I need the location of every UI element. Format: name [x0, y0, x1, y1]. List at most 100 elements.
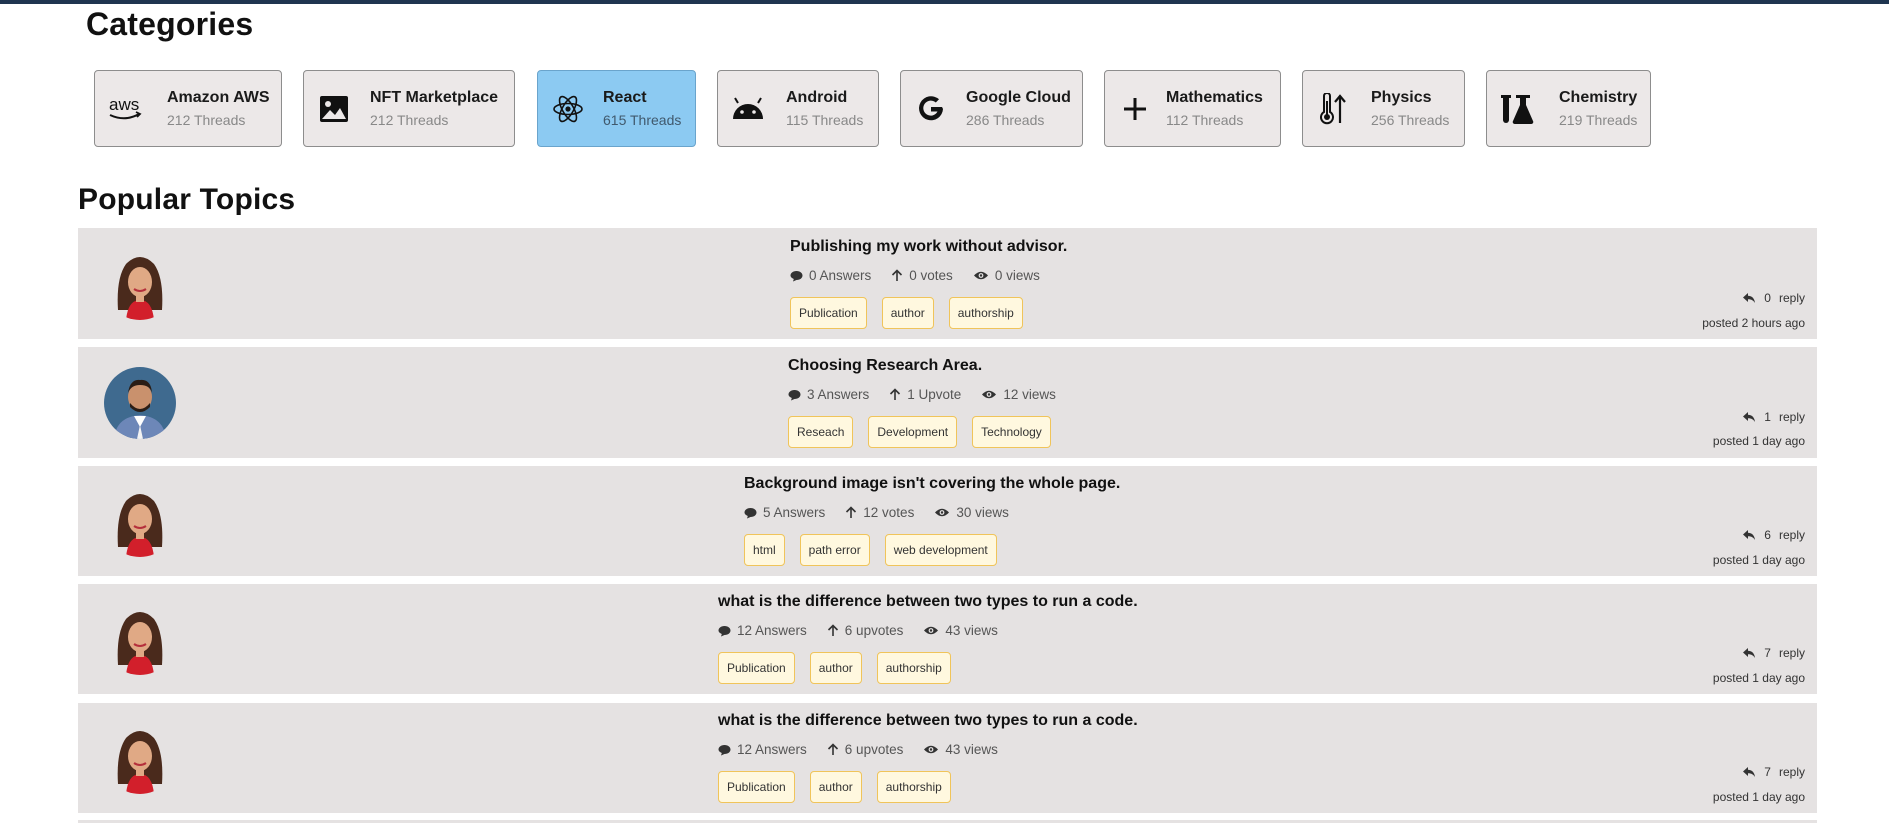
woman-avatar: [104, 248, 176, 320]
topic-title[interactable]: Publishing my work without advisor.: [790, 238, 1067, 256]
topic-title[interactable]: what is the difference between two types…: [718, 712, 1138, 730]
category-card-amazon-aws[interactable]: aws Amazon AWS 212 Threads: [94, 70, 282, 147]
category-card-android[interactable]: Android 115 Threads: [717, 70, 879, 147]
reply-count[interactable]: 7 reply: [1742, 646, 1805, 660]
arrow-up-icon: [890, 388, 901, 400]
votes-stat: 0 votes: [891, 268, 953, 283]
eye-icon: [935, 508, 950, 517]
reply-icon: [1743, 530, 1756, 540]
views-stat: 0 views: [973, 268, 1040, 283]
comment-icon: [718, 744, 731, 755]
category-name: Mathematics: [1166, 89, 1263, 106]
category-card-react[interactable]: React 615 Threads: [537, 70, 696, 147]
topic-row[interactable]: what is the difference between two types…: [78, 584, 1817, 694]
comment-icon: [744, 507, 757, 518]
category-card-physics[interactable]: Physics 256 Threads: [1302, 70, 1465, 147]
topic-title[interactable]: Choosing Research Area.: [788, 357, 982, 375]
arrow-up-icon: [846, 506, 857, 518]
category-name: React: [603, 89, 647, 106]
posted-time: posted 1 day ago: [1712, 671, 1805, 685]
views-count: 12 views: [1003, 387, 1056, 402]
reply-icon: [1743, 767, 1756, 777]
posted-time: posted 1 day ago: [1712, 553, 1805, 567]
views-stat: 30 views: [934, 505, 1009, 520]
eye-icon: [973, 271, 988, 280]
topic-title[interactable]: Background image isn't covering the whol…: [744, 475, 1120, 493]
flasks-icon: [1499, 91, 1535, 127]
answers-count: 5 Answers: [763, 505, 826, 520]
react-atom-icon: [550, 91, 586, 127]
topic-stats: 3 Answers 1 Upvote 12 views: [788, 387, 1076, 402]
svg-text:aws: aws: [109, 95, 139, 114]
tag-list: Publication author authorship: [718, 771, 951, 803]
topic-row[interactable]: Publishing my work without advisor. 0 An…: [78, 228, 1817, 339]
tag[interactable]: Development: [868, 416, 958, 448]
views-stat: 12 views: [981, 387, 1056, 402]
votes-stat: 12 votes: [845, 505, 914, 520]
topic-row[interactable]: Choosing Research Area. 3 Answers 1 Upvo…: [78, 347, 1817, 458]
woman-avatar: [104, 603, 176, 675]
thermometer-arrow-icon: [1315, 91, 1351, 127]
popular-topics-heading: Popular Topics: [78, 183, 296, 216]
category-card-google-cloud[interactable]: Google Cloud 286 Threads: [900, 70, 1083, 147]
tag[interactable]: web development: [884, 534, 997, 566]
reply-icon: [1743, 648, 1756, 658]
topic-stats: 0 Answers 0 votes 0 views: [790, 268, 1060, 283]
reply-label: reply: [1778, 528, 1805, 542]
comment-icon: [790, 270, 803, 281]
topic-stats: 5 Answers 12 votes 30 views: [744, 505, 1029, 520]
answers-stat: 12 Answers: [718, 742, 807, 757]
category-thread-count: 615 Threads: [603, 112, 682, 128]
image-icon: [316, 91, 352, 127]
tag[interactable]: path error: [799, 534, 870, 566]
tag-list: Reseach Development Technology: [788, 416, 1051, 448]
tag[interactable]: html: [744, 534, 785, 566]
category-thread-count: 212 Threads: [370, 112, 449, 128]
reply-count[interactable]: 0 reply: [1742, 291, 1805, 305]
tag[interactable]: authorship: [876, 652, 951, 684]
category-card-chemistry[interactable]: Chemistry 219 Threads: [1486, 70, 1651, 147]
category-card-mathematics[interactable]: Mathematics 112 Threads: [1104, 70, 1281, 147]
category-name: Physics: [1371, 89, 1432, 106]
answers-count: 3 Answers: [807, 387, 870, 402]
reply-number: 7: [1764, 646, 1771, 660]
topic-title[interactable]: what is the difference between two types…: [718, 593, 1138, 611]
reply-number: 7: [1764, 765, 1771, 779]
category-card-nft-marketplace[interactable]: NFT Marketplace 212 Threads: [303, 70, 515, 147]
reply-icon: [1743, 293, 1756, 303]
posted-time: posted 1 day ago: [1712, 790, 1805, 804]
aws-logo-icon: aws: [107, 91, 143, 127]
tag[interactable]: author: [809, 652, 862, 684]
reply-number: 0: [1764, 291, 1771, 305]
comment-icon: [788, 389, 801, 400]
tag[interactable]: Publication: [718, 652, 795, 684]
tag[interactable]: author: [809, 771, 862, 803]
views-count: 43 views: [945, 623, 998, 638]
categories-heading: Categories: [86, 6, 254, 42]
answers-stat: 5 Answers: [744, 505, 825, 520]
arrow-up-icon: [827, 743, 838, 755]
category-thread-count: 115 Threads: [786, 112, 864, 128]
man-avatar: [104, 367, 176, 439]
answers-count: 12 Answers: [737, 742, 807, 757]
tag[interactable]: Technology: [972, 416, 1051, 448]
tag[interactable]: author: [881, 297, 934, 329]
plus-icon: [1117, 91, 1153, 127]
votes-stat: 6 upvotes: [827, 742, 903, 757]
topic-row[interactable]: what is the difference between two types…: [78, 703, 1817, 813]
reply-count[interactable]: 7 reply: [1742, 765, 1805, 779]
tag[interactable]: authorship: [876, 771, 951, 803]
tag[interactable]: Reseach: [788, 416, 854, 448]
topic-stats: 12 Answers 6 upvotes 43 views: [718, 623, 1018, 638]
reply-count[interactable]: 6 reply: [1742, 528, 1805, 542]
google-g-icon: [913, 91, 949, 127]
arrow-up-icon: [892, 269, 903, 281]
reply-number: 6: [1764, 528, 1771, 542]
reply-count[interactable]: 1 reply: [1742, 410, 1805, 424]
tag[interactable]: Publication: [718, 771, 795, 803]
tag[interactable]: Publication: [790, 297, 867, 329]
category-name: Chemistry: [1559, 89, 1638, 106]
tag[interactable]: authorship: [948, 297, 1023, 329]
reply-label: reply: [1778, 646, 1805, 660]
topic-row[interactable]: Background image isn't covering the whol…: [78, 466, 1817, 576]
